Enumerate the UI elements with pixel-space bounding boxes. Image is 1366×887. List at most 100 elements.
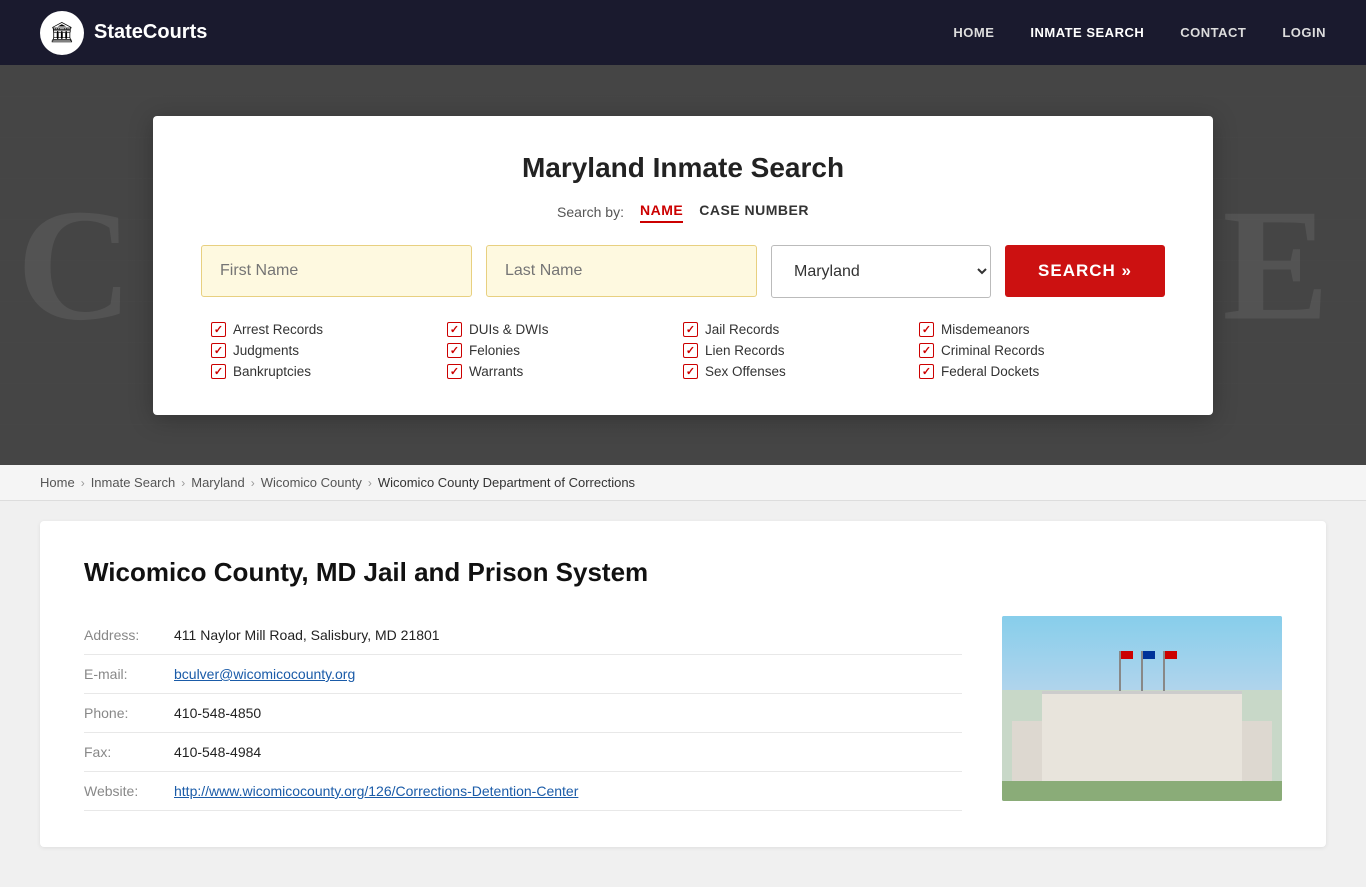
address-row: Address: 411 Naylor Mill Road, Salisbury… bbox=[84, 616, 962, 655]
search-by-row: Search by: NAME CASE NUMBER bbox=[201, 202, 1165, 223]
tab-case-number[interactable]: CASE NUMBER bbox=[699, 202, 809, 223]
email-row: E-mail: bculver@wicomicocounty.org bbox=[84, 655, 962, 694]
flag-1 bbox=[1121, 651, 1133, 659]
state-select[interactable]: AlabamaAlaskaArizonaArkansasCaliforniaCo… bbox=[771, 245, 991, 298]
checkbox[interactable] bbox=[447, 343, 462, 358]
logo[interactable]: 🏛 StateCourts bbox=[40, 11, 207, 55]
check-label: Felonies bbox=[469, 343, 520, 358]
breadcrumb-link[interactable]: Maryland bbox=[191, 475, 244, 490]
checkbox[interactable] bbox=[211, 343, 226, 358]
facility-body: Address: 411 Naylor Mill Road, Salisbury… bbox=[84, 616, 1282, 811]
flag-3 bbox=[1165, 651, 1177, 659]
check-item: Federal Dockets bbox=[919, 364, 1155, 379]
checklist-grid: Arrest Records DUIs & DWIs Jail Records Mis… bbox=[201, 322, 1165, 379]
checkbox[interactable] bbox=[683, 343, 698, 358]
address-label: Address: bbox=[84, 616, 174, 655]
check-label: Sex Offenses bbox=[705, 364, 786, 379]
nav-login[interactable]: LOGIN bbox=[1282, 25, 1326, 40]
checkbox[interactable] bbox=[211, 322, 226, 337]
check-item: Judgments bbox=[211, 343, 447, 358]
check-label: Federal Dockets bbox=[941, 364, 1039, 379]
website-link[interactable]: http://www.wicomicocounty.org/126/Correc… bbox=[174, 783, 578, 799]
breadcrumb-separator: › bbox=[251, 476, 255, 490]
breadcrumb-separator: › bbox=[181, 476, 185, 490]
fax-row: Fax: 410-548-4984 bbox=[84, 733, 962, 772]
check-label: Misdemeanors bbox=[941, 322, 1030, 337]
search-card: Maryland Inmate Search Search by: NAME C… bbox=[153, 116, 1213, 415]
site-header: 🏛 StateCourts HOME INMATE SEARCH CONTACT… bbox=[0, 0, 1366, 65]
phone-value: 410-548-4850 bbox=[174, 694, 962, 733]
check-label: Lien Records bbox=[705, 343, 785, 358]
checkbox[interactable] bbox=[683, 364, 698, 379]
check-item: Jail Records bbox=[683, 322, 919, 337]
email-link[interactable]: bculver@wicomicocounty.org bbox=[174, 666, 355, 682]
logo-text: StateCourts bbox=[94, 21, 207, 44]
check-label: Judgments bbox=[233, 343, 299, 358]
address-value: 411 Naylor Mill Road, Salisbury, MD 2180… bbox=[174, 616, 962, 655]
facility-info: Address: 411 Naylor Mill Road, Salisbury… bbox=[84, 616, 962, 811]
phone-row: Phone: 410-548-4850 bbox=[84, 694, 962, 733]
check-item: DUIs & DWIs bbox=[447, 322, 683, 337]
check-label: Bankruptcies bbox=[233, 364, 311, 379]
content-card: Wicomico County, MD Jail and Prison Syst… bbox=[40, 521, 1326, 847]
tab-name[interactable]: NAME bbox=[640, 202, 683, 223]
check-label: Arrest Records bbox=[233, 322, 323, 337]
check-item: Felonies bbox=[447, 343, 683, 358]
breadcrumb-current: Wicomico County Department of Correction… bbox=[378, 475, 635, 490]
website-value: http://www.wicomicocounty.org/126/Correc… bbox=[174, 772, 962, 811]
flag-2 bbox=[1143, 651, 1155, 659]
breadcrumb-link[interactable]: Wicomico County bbox=[261, 475, 362, 490]
website-row: Website: http://www.wicomicocounty.org/1… bbox=[84, 772, 962, 811]
breadcrumb-separator: › bbox=[368, 476, 372, 490]
search-title: Maryland Inmate Search bbox=[201, 152, 1165, 184]
nav-contact[interactable]: CONTACT bbox=[1180, 25, 1246, 40]
search-inputs-row: AlabamaAlaskaArizonaArkansasCaliforniaCo… bbox=[201, 245, 1165, 298]
flagpole-1 bbox=[1119, 651, 1121, 691]
facility-title: Wicomico County, MD Jail and Prison Syst… bbox=[84, 557, 1282, 588]
email-value: bculver@wicomicocounty.org bbox=[174, 655, 962, 694]
flagpoles bbox=[1119, 651, 1165, 691]
main-content: Wicomico County, MD Jail and Prison Syst… bbox=[0, 501, 1366, 887]
ground bbox=[1002, 781, 1282, 801]
checkbox[interactable] bbox=[919, 322, 934, 337]
checkbox[interactable] bbox=[919, 364, 934, 379]
check-item: Misdemeanors bbox=[919, 322, 1155, 337]
checkbox[interactable] bbox=[683, 322, 698, 337]
checkbox[interactable] bbox=[211, 364, 226, 379]
facility-photo bbox=[1002, 616, 1282, 801]
flagpole-2 bbox=[1141, 651, 1143, 691]
email-label: E-mail: bbox=[84, 655, 174, 694]
nav-home[interactable]: HOME bbox=[953, 25, 994, 40]
breadcrumb-separator: › bbox=[81, 476, 85, 490]
fax-label: Fax: bbox=[84, 733, 174, 772]
check-item: Warrants bbox=[447, 364, 683, 379]
breadcrumb-link[interactable]: Home bbox=[40, 475, 75, 490]
check-item: Lien Records bbox=[683, 343, 919, 358]
main-nav: HOME INMATE SEARCH CONTACT LOGIN bbox=[953, 25, 1326, 40]
check-label: Criminal Records bbox=[941, 343, 1045, 358]
checkbox[interactable] bbox=[447, 364, 462, 379]
nav-inmate-search[interactable]: INMATE SEARCH bbox=[1030, 25, 1144, 40]
checkbox[interactable] bbox=[447, 322, 462, 337]
flagpole-3 bbox=[1163, 651, 1165, 691]
check-label: Jail Records bbox=[705, 322, 779, 337]
info-table: Address: 411 Naylor Mill Road, Salisbury… bbox=[84, 616, 962, 811]
check-label: DUIs & DWIs bbox=[469, 322, 549, 337]
checkbox[interactable] bbox=[919, 343, 934, 358]
check-item: Bankruptcies bbox=[211, 364, 447, 379]
check-label: Warrants bbox=[469, 364, 523, 379]
search-button[interactable]: SEARCH » bbox=[1005, 245, 1165, 297]
breadcrumb: Home › Inmate Search › Maryland › Wicomico Cou… bbox=[0, 465, 1366, 501]
logo-icon: 🏛 bbox=[40, 11, 84, 55]
first-name-input[interactable] bbox=[201, 245, 472, 297]
check-item: Criminal Records bbox=[919, 343, 1155, 358]
search-by-label: Search by: bbox=[557, 204, 624, 220]
breadcrumb-link[interactable]: Inmate Search bbox=[91, 475, 176, 490]
fax-value: 410-548-4984 bbox=[174, 733, 962, 772]
website-label: Website: bbox=[84, 772, 174, 811]
check-item: Sex Offenses bbox=[683, 364, 919, 379]
hero-section: COURTHOUSE Maryland Inmate Search Search… bbox=[0, 65, 1366, 465]
check-item: Arrest Records bbox=[211, 322, 447, 337]
facility-image bbox=[1002, 616, 1282, 801]
last-name-input[interactable] bbox=[486, 245, 757, 297]
